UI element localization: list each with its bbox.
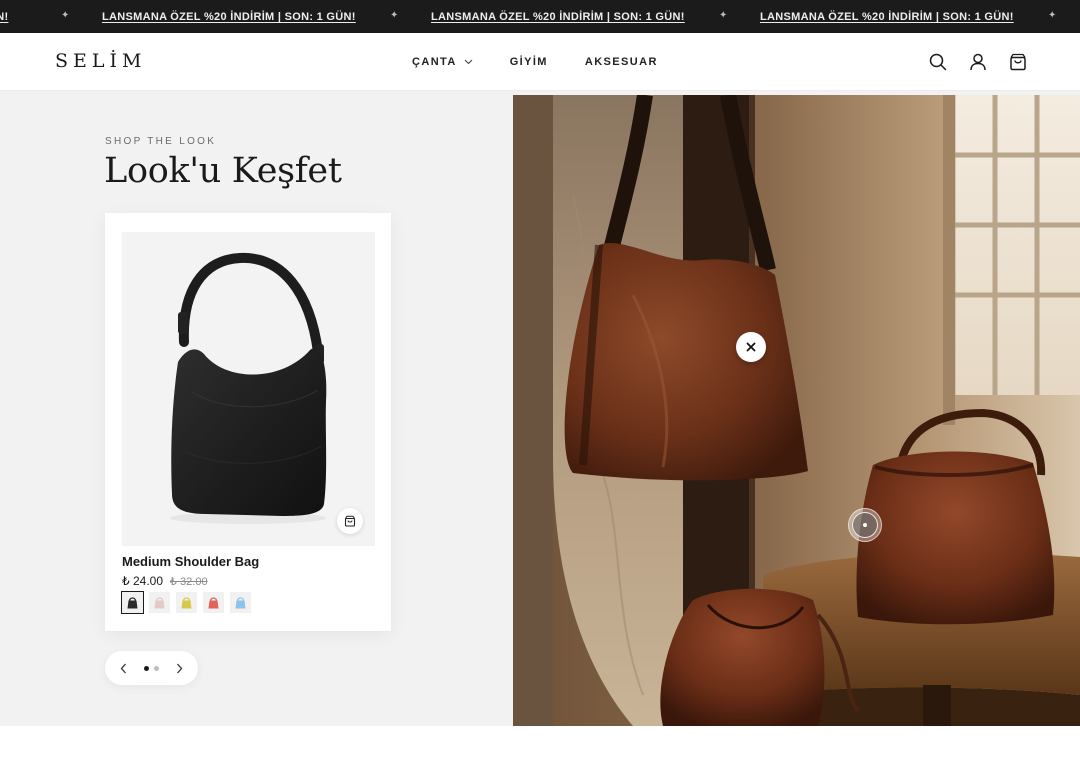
- bag-swatch-icon: [208, 597, 219, 609]
- separator-icon: ✦: [1048, 10, 1057, 21]
- site-header: SELİM ÇANTA GİYİM AKSESUAR: [0, 33, 1080, 91]
- section-eyebrow: SHOP THE LOOK: [105, 136, 217, 147]
- nav-item-canta[interactable]: ÇANTA: [412, 56, 473, 68]
- separator-icon: ✦: [390, 10, 399, 21]
- separator-icon: ✦: [61, 10, 70, 21]
- color-swatch[interactable]: [121, 591, 144, 614]
- bag-icon: [344, 515, 356, 527]
- color-swatch[interactable]: [230, 592, 251, 613]
- separator-icon: ✦: [719, 10, 728, 21]
- brand-logo[interactable]: SELİM: [55, 50, 146, 72]
- cart-icon[interactable]: [1008, 52, 1028, 72]
- shop-the-look-section: SHOP THE LOOK Look'u Keşfet Medium Shoul…: [0, 91, 1080, 726]
- bag-swatch-icon: [181, 597, 192, 609]
- product-name[interactable]: Medium Shoulder Bag: [122, 554, 259, 569]
- hotspot-close-button[interactable]: [736, 332, 766, 362]
- previous-arrow-icon[interactable]: [116, 661, 130, 675]
- announcement-text-partial[interactable]: ÜN!: [0, 11, 8, 23]
- below-section-area: [0, 726, 1080, 762]
- compare-price: ₺ 32.00: [170, 576, 208, 588]
- bag-swatch-icon: [154, 597, 165, 609]
- announcement-bar: ÜN! ✦ LANSMANA ÖZEL %20 İNDİRİM | SON: 1…: [0, 0, 1080, 33]
- color-swatch[interactable]: [176, 592, 197, 613]
- nav-item-label: AKSESUAR: [584, 56, 658, 68]
- carousel-pager: [105, 651, 198, 685]
- chevron-down-icon: [464, 59, 473, 65]
- color-swatch[interactable]: [149, 592, 170, 613]
- product-price: ₺ 24.00: [122, 574, 163, 588]
- pager-dot-active[interactable]: [144, 666, 149, 671]
- section-title: Look'u Keşfet: [104, 151, 342, 191]
- shoulder-bag-image: [122, 232, 375, 546]
- account-icon[interactable]: [968, 52, 988, 72]
- next-arrow-icon[interactable]: [172, 661, 186, 675]
- bag-swatch-icon: [127, 597, 138, 609]
- color-swatch[interactable]: [203, 592, 224, 613]
- nav-item-aksesuar[interactable]: AKSESUAR: [585, 56, 658, 68]
- close-icon: [746, 342, 756, 352]
- color-swatches: [121, 591, 251, 614]
- lifestyle-image: [513, 95, 1080, 726]
- quick-add-button[interactable]: [337, 508, 363, 534]
- product-card[interactable]: Medium Shoulder Bag ₺ 24.00 ₺ 32.00: [105, 213, 391, 631]
- pager-dot[interactable]: [154, 666, 159, 671]
- product-hotspot[interactable]: [848, 508, 882, 542]
- main-nav: ÇANTA GİYİM AKSESUAR: [412, 56, 658, 68]
- hotspot-dot: [863, 523, 867, 527]
- price-row: ₺ 24.00 ₺ 32.00: [122, 574, 208, 588]
- announcement-text[interactable]: LANSMANA ÖZEL %20 İNDİRİM | SON: 1 GÜN!: [102, 11, 356, 23]
- announcement-text[interactable]: LANSMANA ÖZEL %20 İNDİRİM | SON: 1 GÜN!: [760, 11, 1014, 23]
- nav-item-giyim[interactable]: GİYİM: [510, 56, 548, 68]
- bags-scene-image: [513, 95, 1080, 726]
- bag-swatch-icon: [235, 597, 246, 609]
- search-icon[interactable]: [928, 52, 948, 72]
- product-image[interactable]: [122, 232, 375, 546]
- hotspot-ring: [852, 512, 878, 538]
- nav-item-label: GİYİM: [509, 56, 548, 68]
- nav-item-label: ÇANTA: [412, 56, 457, 68]
- announcement-text[interactable]: LANSMANA ÖZEL %20 İNDİRİM | SON: 1 GÜN!: [431, 11, 685, 23]
- header-actions: [928, 52, 1028, 72]
